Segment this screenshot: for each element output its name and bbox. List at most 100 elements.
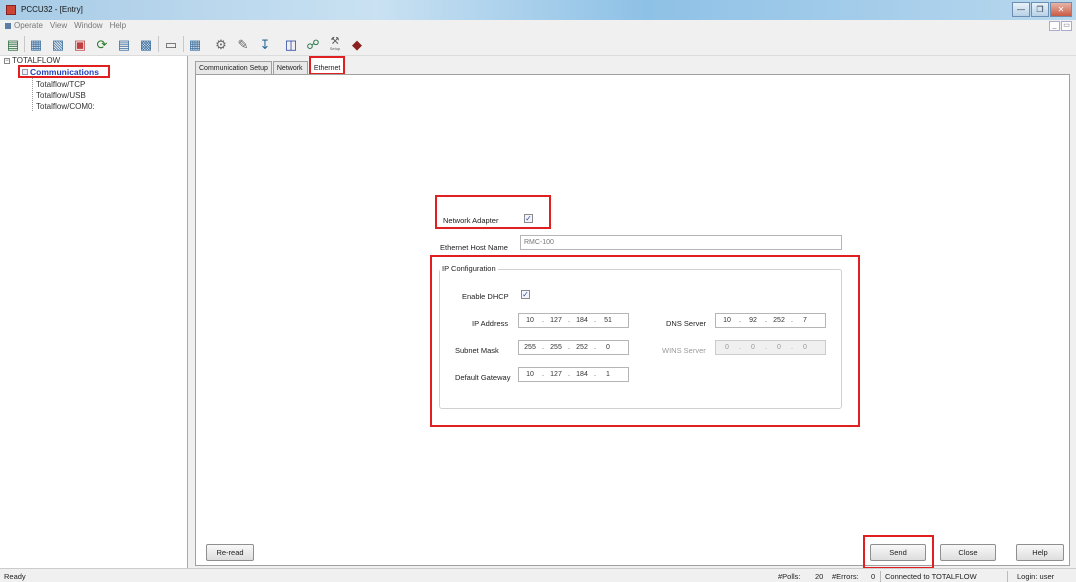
network-adapter-label: Network Adapter <box>443 216 499 225</box>
enable-dhcp-checkbox[interactable]: ✓ <box>521 290 530 299</box>
ip-octet: 0 <box>751 344 755 351</box>
device-tree: − TOTALFLOW Communications Totalflow/TCP … <box>0 56 188 568</box>
tree-connector <box>32 78 33 111</box>
network-adapter-checkbox[interactable]: ✓ <box>524 214 533 223</box>
network-icon[interactable]: ☍ <box>304 35 322 53</box>
restore-button[interactable]: ❐ <box>1031 2 1049 17</box>
connection-status: Connected to TOTALFLOW <box>885 572 977 581</box>
host-name-label: Ethernet Host Name <box>440 243 508 252</box>
ip-octet: 0 <box>725 344 729 351</box>
login-status: Login: user <box>1017 572 1055 581</box>
help-book-icon[interactable]: ◆ <box>348 35 366 53</box>
ip-octet: 252 <box>773 317 785 324</box>
collect-icon[interactable]: ▦ <box>27 35 45 53</box>
setup-label: Setup <box>329 46 341 51</box>
mdi-restore-button[interactable]: ▭ <box>1061 21 1072 31</box>
ip-octet: 0 <box>777 344 781 351</box>
display-icon[interactable]: ▦ <box>186 35 204 53</box>
wins-server-input: 0. 0. 0. 0 <box>715 340 826 355</box>
tree-item-totalflow-usb[interactable]: Totalflow/USB <box>36 91 86 100</box>
entry-icon[interactable]: ▤ <box>4 35 22 53</box>
tree-item-totalflow-tcp[interactable]: Totalflow/TCP <box>36 80 85 89</box>
menu-window[interactable]: Window <box>74 21 102 30</box>
menu-view[interactable]: View <box>50 21 67 30</box>
tree-item-communications[interactable]: Communications <box>18 65 110 78</box>
tools-icon[interactable]: ⚙ <box>212 35 230 53</box>
ip-octet: 51 <box>604 317 612 324</box>
minimize-button[interactable]: — <box>1012 2 1030 17</box>
setup-icon[interactable]: ⚒ Setup <box>326 35 344 53</box>
polls-label: #Polls: <box>778 572 801 581</box>
ip-octet: 92 <box>749 317 757 324</box>
default-gateway-input[interactable]: 10. 127. 184. 1 <box>518 367 629 382</box>
app-icon <box>6 5 16 15</box>
expand-icon[interactable] <box>22 69 28 75</box>
tree-item-totalflow-com0[interactable]: Totalflow/COM0: <box>36 102 95 111</box>
ip-octet: 1 <box>606 371 610 378</box>
ip-octet: 10 <box>723 317 731 324</box>
collapse-icon[interactable]: − <box>4 57 10 64</box>
errors-label: #Errors: <box>832 572 859 581</box>
status-separator <box>880 571 881 582</box>
toolbar-separator <box>183 36 184 52</box>
ip-octet: 0 <box>803 344 807 351</box>
close-button[interactable]: Close <box>940 544 996 561</box>
host-name-input[interactable]: RMC-100 <box>520 235 842 250</box>
reread-button[interactable]: Re-read <box>206 544 254 561</box>
calc-icon[interactable]: ▧ <box>49 35 67 53</box>
ip-octet: 0 <box>606 344 610 351</box>
ip-octet: 184 <box>576 317 588 324</box>
menu-bar: Operate View Window Help _ ▭ <box>0 20 1076 32</box>
chart-icon[interactable]: ▣ <box>71 35 89 53</box>
tree-root-label: TOTALFLOW <box>12 56 61 65</box>
report-icon[interactable]: ▩ <box>137 35 155 53</box>
mdi-controls: _ ▭ <box>1048 21 1072 31</box>
tree-item-label: Communications <box>30 67 99 77</box>
tab-bar: Communication Setup Network Ethernet <box>195 56 346 75</box>
config-icon[interactable]: ✎ <box>234 35 252 53</box>
monitor-icon[interactable]: ▭ <box>162 35 180 53</box>
polls-value: 20 <box>815 572 824 581</box>
subnet-mask-input[interactable]: 255. 255. 252. 0 <box>518 340 629 355</box>
content-area: Communication Setup Network Ethernet Net… <box>190 56 1076 569</box>
subnet-mask-label: Subnet Mask <box>455 346 499 355</box>
toolbar-separator <box>24 36 25 52</box>
enable-dhcp-label: Enable DHCP <box>462 292 509 301</box>
window-title: PCCU32 - [Entry] <box>21 5 83 14</box>
mdi-minimize-button[interactable]: _ <box>1049 21 1060 31</box>
ip-octet: 7 <box>803 317 807 324</box>
ip-octet: 10 <box>526 317 534 324</box>
tab-ethernet[interactable]: Ethernet <box>308 56 346 75</box>
close-window-button[interactable]: ✕ <box>1050 2 1072 17</box>
refresh-icon[interactable]: ⟳ <box>93 35 111 53</box>
toolbar-separator <box>158 36 159 52</box>
status-ready: Ready <box>4 572 26 581</box>
menu-help[interactable]: Help <box>110 21 126 30</box>
tab-network[interactable]: Network <box>272 61 308 75</box>
ip-octet: 10 <box>526 371 534 378</box>
window-controls: — ❐ ✕ <box>1011 2 1072 17</box>
menu-operate[interactable]: Operate <box>14 21 43 30</box>
download-icon[interactable]: ↧ <box>256 35 274 53</box>
status-bar: Ready #Polls: 20 #Errors: 0 Connected to… <box>0 568 1076 582</box>
errors-value: 0 <box>871 572 876 581</box>
default-gateway-label: Default Gateway <box>455 373 511 382</box>
help-button[interactable]: Help <box>1016 544 1064 561</box>
tree-root[interactable]: − TOTALFLOW <box>4 56 60 65</box>
ip-address-label: IP Address <box>472 319 509 328</box>
wins-server-label: WINS Server <box>662 346 706 355</box>
dns-server-input[interactable]: 10. 92. 252. 7 <box>715 313 826 328</box>
trend-icon[interactable]: ▤ <box>115 35 133 53</box>
dns-server-label: DNS Server <box>666 319 707 328</box>
ip-address-input[interactable]: 10. 127. 184. 51 <box>518 313 629 328</box>
title-bar: PCCU32 - [Entry] — ❐ ✕ <box>0 0 1076 20</box>
ip-octet: 127 <box>550 371 562 378</box>
application-window: PCCU32 - [Entry] — ❐ ✕ Operate View Wind… <box>0 0 1076 582</box>
ip-octet: 252 <box>576 344 588 351</box>
mdi-child-icon[interactable] <box>5 23 11 29</box>
send-button[interactable]: Send <box>870 544 926 561</box>
io-icon[interactable]: ◫ <box>282 35 300 53</box>
ip-octet: 127 <box>550 317 562 324</box>
ip-octet: 255 <box>550 344 562 351</box>
tab-communication-setup[interactable]: Communication Setup <box>195 61 272 75</box>
